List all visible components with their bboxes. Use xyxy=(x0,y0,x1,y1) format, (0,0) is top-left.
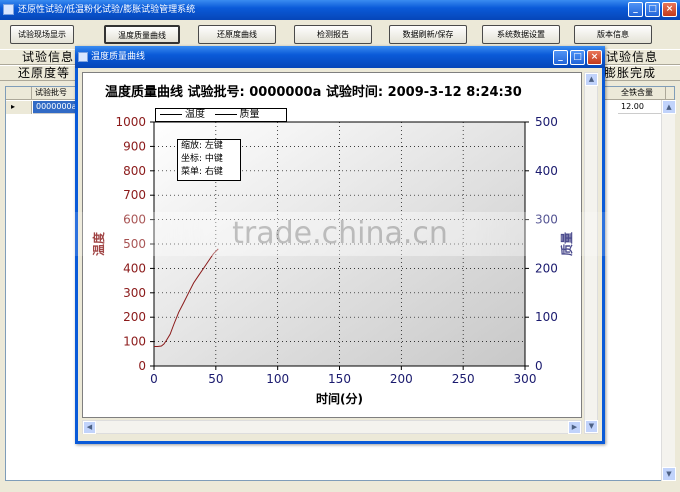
scroll-right-icon[interactable]: ▶ xyxy=(568,421,581,434)
live-display-button[interactable]: 试验现场显示 xyxy=(10,25,74,44)
main-window-title: 还原性试验/低温粉化试验/膨胀试验管理系统 xyxy=(18,5,196,15)
y-tick-label: 800 xyxy=(123,164,146,178)
reduction-curve-button[interactable]: 还原度曲线 xyxy=(198,25,276,44)
y2-axis-label: 质量 xyxy=(559,232,574,256)
x-tick-label: 150 xyxy=(328,372,351,386)
y-axis-label: 温度 xyxy=(91,231,106,256)
dialog-scroll-down-icon[interactable]: ▼ xyxy=(585,420,598,433)
minimize-button[interactable]: _ xyxy=(628,2,643,17)
y2-tick-label: 500 xyxy=(535,115,558,129)
x-tick-label: 100 xyxy=(266,372,289,386)
y2-tick-label: 100 xyxy=(535,310,558,324)
dialog-icon xyxy=(78,52,88,62)
y-tick-label: 700 xyxy=(123,188,146,202)
y-tick-label: 500 xyxy=(123,237,146,251)
toolbar: 试验现场显示 温度质量曲线 还原度曲线 检测报告 数据刷新/保存 系统数据设置 … xyxy=(0,20,680,48)
refresh-save-button[interactable]: 数据刷新/保存 xyxy=(389,25,467,44)
y-tick-label: 1000 xyxy=(115,115,146,129)
x-axis-label: 时间(分) xyxy=(316,391,363,406)
x-tick-label: 300 xyxy=(514,372,537,386)
y-tick-label: 600 xyxy=(123,213,146,227)
chart-panel[interactable]: 温度质量曲线 试验批号: 0000000a 试验时间: 2009-3-12 8:… xyxy=(82,72,582,418)
y-tick-label: 100 xyxy=(123,335,146,349)
y2-tick-label: 400 xyxy=(535,164,558,178)
x-tick-label: 200 xyxy=(390,372,413,386)
info-label-right: 试验信息 xyxy=(606,50,659,64)
legend-mass-swatch xyxy=(214,113,237,115)
dialog-maximize-button[interactable]: □ xyxy=(570,50,585,65)
dialog-vertical-scrollbar[interactable]: ▲ ▼ xyxy=(584,72,598,434)
hint-zoom: 缩放: 左键 xyxy=(181,141,223,151)
close-button[interactable]: × xyxy=(662,2,677,17)
x-tick-label: 250 xyxy=(452,372,475,386)
x-tick-label: 0 xyxy=(150,372,158,386)
maximize-button[interactable]: □ xyxy=(645,2,660,17)
dialog-title-bar[interactable]: 温度质量曲线 _ □ × xyxy=(75,46,605,68)
mouse-hint-box: 缩放: 左键 坐标: 中键 菜单: 右键 xyxy=(177,139,241,181)
chart-svg[interactable]: 0 50 100 150 200 250 300 0 100 200 300 400 500 600 70… xyxy=(83,73,583,419)
dialog-minimize-button[interactable]: _ xyxy=(553,50,568,65)
legend-temp-swatch xyxy=(160,113,182,115)
col-header-total-iron[interactable]: 全铁含量 xyxy=(618,87,666,100)
y-tick-label: 400 xyxy=(123,261,146,275)
temp-mass-dialog: 温度质量曲线 _ □ × 温度质量曲线 试验批号: 0000000a 试验时间:… xyxy=(75,46,605,444)
grid-corner xyxy=(6,87,32,100)
dialog-title: 温度质量曲线 xyxy=(91,52,146,62)
y2-tick-label: 300 xyxy=(535,213,558,227)
temp-mass-curve-button[interactable]: 温度质量曲线 xyxy=(104,25,180,44)
y-tick-label: 300 xyxy=(123,286,146,300)
scroll-up-icon[interactable]: ▲ xyxy=(662,100,676,114)
report-button[interactable]: 检测报告 xyxy=(294,25,372,44)
y-tick-label: 900 xyxy=(123,139,146,153)
main-vertical-scrollbar[interactable]: ▲ ▼ xyxy=(661,100,676,481)
reduction-label: 还原度等 xyxy=(18,66,71,80)
scroll-down-icon[interactable]: ▼ xyxy=(662,467,676,481)
hint-menu: 菜单: 右键 xyxy=(181,167,223,177)
y2-tick-label: 200 xyxy=(535,261,558,275)
app-icon xyxy=(3,4,14,15)
scroll-left-icon[interactable]: ◀ xyxy=(83,421,96,434)
x-tick-label: 50 xyxy=(208,372,223,386)
version-info-button[interactable]: 版本信息 xyxy=(574,25,652,44)
main-title-bar: 还原性试验/低温粉化试验/膨胀试验管理系统 _ □ × xyxy=(0,0,680,20)
dialog-scroll-up-icon[interactable]: ▲ xyxy=(585,73,598,86)
cell-total-iron[interactable]: 12.00 xyxy=(618,101,666,114)
hint-coord: 坐标: 中键 xyxy=(181,154,223,164)
y2-tick-label: 0 xyxy=(535,359,543,373)
legend-mass: 质量 xyxy=(239,109,260,120)
dialog-horizontal-scrollbar[interactable]: ◀ ▶ xyxy=(82,420,582,434)
info-label-left: 试验信息 xyxy=(22,50,75,64)
chart-legend: 温度 质量 xyxy=(155,108,287,122)
system-settings-button[interactable]: 系统数据设置 xyxy=(482,25,560,44)
expansion-label: 膨胀完成 xyxy=(604,66,657,80)
y-tick-label: 200 xyxy=(123,310,146,324)
legend-temp: 温度 xyxy=(185,109,205,120)
y-tick-label: 0 xyxy=(138,359,146,373)
dialog-close-button[interactable]: × xyxy=(587,50,602,65)
